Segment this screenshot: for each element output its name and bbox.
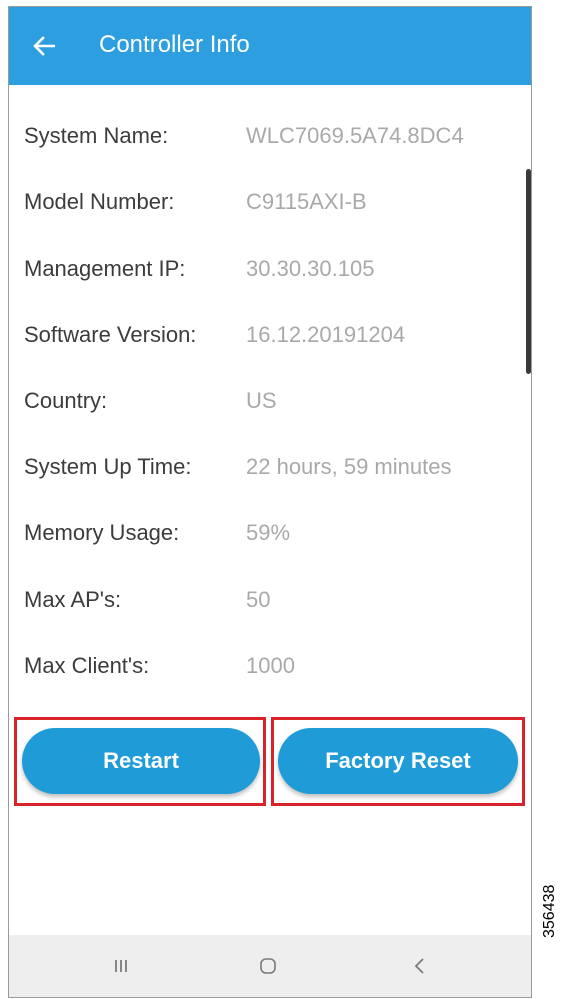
info-label: Management IP: [24,256,186,281]
info-value: 16.12.20191204 [246,322,406,347]
info-label: Country: [24,388,108,413]
info-value: 22 hours, 59 minutes [246,454,452,479]
recents-button[interactable] [101,949,141,983]
info-row-max-clients: Max Client's: 1000 [24,647,524,687]
info-label: System Up Time: [24,454,192,479]
info-label: Max Client's: [24,653,150,678]
info-value: US [246,388,277,413]
nav-back-button[interactable] [399,949,439,983]
factory-reset-button[interactable]: Factory Reset [278,728,518,794]
info-value: 59% [246,520,291,545]
info-row-memory-usage: Memory Usage: 59% [24,514,524,554]
info-value: WLC7069.5A74.8DC4 [246,123,464,148]
figure-id: 356438 [541,884,558,938]
system-nav-bar [9,935,531,997]
chevron-left-icon [414,958,424,974]
info-value: 30.30.30.105 [246,256,375,281]
scrollbar[interactable] [526,169,531,374]
info-row-model-number: Model Number: C9115AXI-B [24,183,524,223]
page-title: Controller Info [99,31,250,58]
home-button[interactable] [248,949,288,983]
info-label: Model Number: [24,189,175,214]
home-icon [260,958,276,974]
recents-icon [115,960,127,972]
info-label: Max AP's: [24,587,122,612]
app-bar: Controller Info [9,7,531,85]
info-value: C9115AXI-B [246,189,367,214]
info-row-software-version: Software Version: 16.12.20191204 [24,316,524,356]
info-label: Software Version: [24,322,197,347]
info-row-country: Country: US [24,382,524,422]
info-value: 1000 [246,653,295,678]
restart-button[interactable]: Restart [22,728,260,794]
info-label: System Name: [24,123,169,148]
back-button[interactable] [27,29,61,63]
info-row-system-up-time: System Up Time: 22 hours, 59 minutes [24,448,524,488]
info-row-management-ip: Management IP: 30.30.30.105 [24,250,524,290]
info-label: Memory Usage: [24,520,180,545]
arrow-left-icon [33,36,55,56]
info-row-max-aps: Max AP's: 50 [24,581,524,621]
phone-screen: Controller Info System Name: WLC7069.5A7… [8,6,532,998]
info-value: 50 [246,587,271,612]
info-row-system-name: System Name: WLC7069.5A74.8DC4 [24,117,524,157]
